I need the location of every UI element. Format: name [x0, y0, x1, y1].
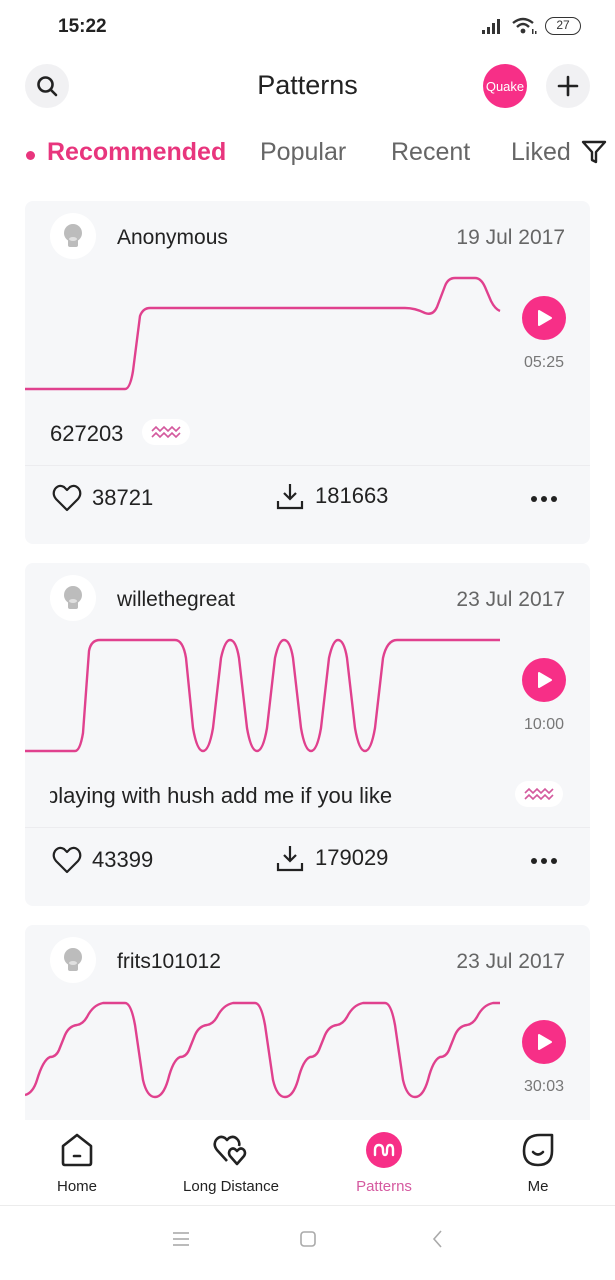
- nav-long-distance[interactable]: Long Distance: [161, 1132, 301, 1195]
- pattern-date: 23 Jul 2017: [456, 950, 565, 973]
- pattern-duration: 10:00: [523, 716, 565, 733]
- tab-liked[interactable]: Liked: [511, 138, 571, 167]
- tab-recommended[interactable]: Recommended: [47, 138, 226, 167]
- plus-icon: [557, 75, 579, 97]
- status-bar: 15:22 27: [0, 0, 615, 55]
- play-icon: [538, 310, 552, 326]
- download-count: 179029: [315, 845, 389, 870]
- nav-label: Long Distance: [183, 1178, 279, 1195]
- pattern-card[interactable]: Anonymous 19 Jul 2017 05:25 627203 38721…: [25, 201, 590, 544]
- pattern-description: 627203: [50, 421, 124, 446]
- pattern-card[interactable]: willethegreat 23 Jul 2017 10:00 playing …: [25, 563, 590, 906]
- nav-me[interactable]: Me: [468, 1132, 608, 1195]
- like-button[interactable]: 38721: [52, 484, 153, 512]
- username[interactable]: willethegreat: [117, 588, 235, 612]
- nav-label: Me: [527, 1178, 549, 1195]
- wave-tag-icon: [524, 787, 554, 801]
- nav-label: Home: [56, 1178, 97, 1195]
- like-button[interactable]: 43399: [52, 846, 153, 874]
- signal-icon: [482, 19, 500, 34]
- wifi-icon: [512, 17, 537, 34]
- wave-icon: [366, 1132, 402, 1168]
- pattern-date: 19 Jul 2017: [456, 226, 565, 249]
- tab-popular[interactable]: Popular: [260, 138, 346, 167]
- bottom-navigation: Home Long Distance Patterns Me: [0, 1120, 615, 1206]
- wave-tag-icon: [151, 425, 181, 439]
- play-icon: [538, 672, 552, 688]
- pattern-description: playing with hush add me if you like: [46, 783, 393, 808]
- home-square-icon[interactable]: [298, 1229, 318, 1249]
- pattern-waveform: [25, 1001, 500, 1099]
- anonymous-avatar-icon: [64, 224, 82, 247]
- download-icon: [276, 846, 304, 872]
- avatar[interactable]: [50, 937, 96, 983]
- download-count: 181663: [315, 483, 389, 508]
- avatar[interactable]: [50, 575, 96, 621]
- play-button[interactable]: [522, 1020, 566, 1064]
- username[interactable]: Anonymous: [117, 226, 228, 250]
- avatar[interactable]: [50, 213, 96, 259]
- category-tabs: Recommended Popular Recent Liked: [0, 134, 615, 174]
- more-options-button[interactable]: [531, 496, 557, 502]
- pattern-duration: 30:03: [523, 1078, 565, 1095]
- play-button[interactable]: [522, 296, 566, 340]
- wave-tag: [142, 419, 190, 445]
- pattern-waveform: [25, 276, 501, 391]
- nav-home[interactable]: Home: [7, 1132, 147, 1195]
- home-icon: [61, 1133, 93, 1167]
- like-count: 38721: [92, 485, 154, 510]
- hearts-icon: [213, 1135, 247, 1166]
- filter-icon: [581, 140, 607, 164]
- pattern-date: 23 Jul 2017: [456, 588, 565, 611]
- pattern-duration: 05:25: [523, 354, 565, 371]
- status-icons: 27: [481, 16, 581, 36]
- pattern-card[interactable]: frits101012 23 Jul 2017 30:03: [25, 925, 590, 1120]
- heart-icon: [52, 846, 82, 874]
- anonymous-avatar-icon: [64, 948, 82, 971]
- anonymous-avatar-icon: [64, 586, 82, 609]
- tab-recent[interactable]: Recent: [391, 138, 470, 167]
- card-divider: [25, 465, 590, 466]
- active-tab-dot: [26, 151, 35, 160]
- back-icon[interactable]: [428, 1229, 448, 1249]
- status-time: 15:22: [58, 16, 107, 37]
- app-header: Patterns Quake: [0, 62, 615, 112]
- filter-button[interactable]: [574, 134, 614, 170]
- nav-label: Patterns: [356, 1178, 412, 1195]
- quake-button[interactable]: Quake: [483, 64, 527, 108]
- play-button[interactable]: [522, 658, 566, 702]
- system-navigation-bar: [0, 1207, 615, 1280]
- card-divider: [25, 827, 590, 828]
- menu-icon[interactable]: [171, 1229, 191, 1249]
- wave-tag: [515, 781, 563, 807]
- download-icon: [276, 484, 304, 510]
- nav-patterns[interactable]: Patterns: [314, 1132, 454, 1195]
- heart-icon: [52, 484, 82, 512]
- face-icon: [522, 1133, 554, 1167]
- like-count: 43399: [92, 847, 154, 872]
- username[interactable]: frits101012: [117, 950, 221, 974]
- download-button[interactable]: 181663: [275, 481, 388, 511]
- download-button[interactable]: 179029: [275, 843, 388, 873]
- play-icon: [538, 1034, 552, 1050]
- battery-indicator: 27: [545, 17, 581, 35]
- pattern-waveform: [25, 638, 500, 753]
- more-options-button[interactable]: [531, 858, 557, 864]
- add-pattern-button[interactable]: [546, 64, 590, 108]
